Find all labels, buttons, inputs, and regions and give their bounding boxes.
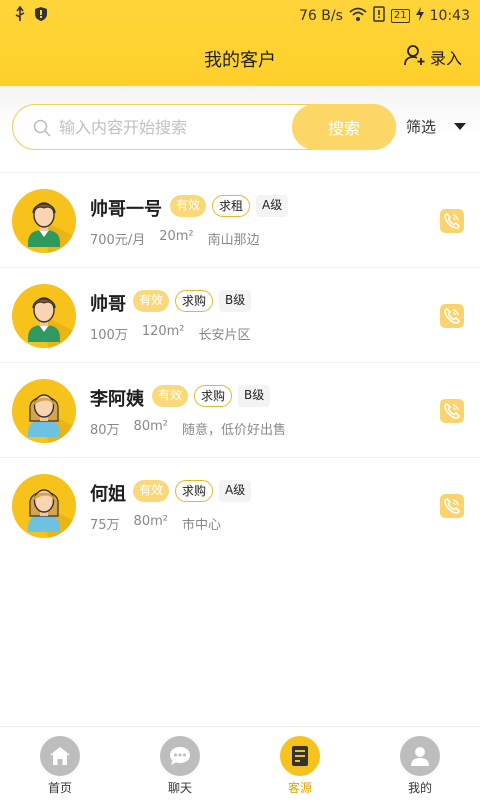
list-item[interactable]: 帅哥一号 有效 求租 A级 700元/月 20m² 南山那边: [0, 172, 480, 267]
list-item[interactable]: 何姐 有效 求购 A级 75万 80m² 市中心: [0, 457, 480, 552]
sim-alert-icon: [373, 6, 385, 26]
phone-icon[interactable]: [440, 494, 464, 518]
filter-label: 筛选: [405, 118, 436, 136]
nav-label: 我的: [407, 781, 432, 795]
phone-icon[interactable]: [440, 304, 464, 328]
male-avatar-icon: [28, 202, 76, 253]
home-icon: [40, 736, 80, 776]
record-button[interactable]: 录入: [404, 44, 462, 70]
clients-icon: [280, 736, 320, 776]
status-badge: 有效: [133, 290, 170, 312]
demand-badge: 求租: [212, 195, 251, 217]
search-icon: [33, 119, 51, 141]
add-user-icon: [404, 44, 426, 70]
search-box: 搜索: [12, 104, 396, 150]
client-location: 随意，低价好出售: [181, 423, 286, 438]
client-list: 帅哥一号 有效 求租 A级 700元/月 20m² 南山那边 帅哥 有效 求购 …: [0, 172, 480, 552]
avatar: [12, 474, 76, 538]
avatar: [12, 379, 76, 443]
client-area: 80m²: [133, 514, 168, 529]
nav-label: 客源: [287, 781, 312, 795]
filter-button[interactable]: 筛选: [406, 116, 466, 137]
demand-badge: 求购: [175, 480, 214, 502]
client-name: 帅哥: [90, 294, 126, 315]
client-name: 李阿姨: [90, 389, 144, 410]
client-price: 100万: [90, 328, 128, 343]
clock: 10:43: [429, 8, 470, 24]
avatar: [12, 189, 76, 253]
header: 76 B/s 21 10:43 我的客户 录入: [0, 0, 480, 86]
avatar: [12, 284, 76, 348]
nav-label: 聊天: [167, 781, 192, 795]
client-area: 120m²: [141, 324, 185, 339]
phone-icon[interactable]: [440, 209, 464, 233]
usb-icon: [14, 5, 26, 26]
search-row: 搜索 筛选: [0, 86, 480, 170]
grade-badge: B级: [238, 385, 271, 407]
client-location: 长安片区: [198, 328, 251, 343]
status-badge: 有效: [152, 385, 189, 407]
female-avatar-icon: [28, 489, 76, 538]
nav-item-chat[interactable]: 聊天: [120, 727, 240, 800]
search-button[interactable]: 搜索: [292, 104, 396, 150]
nav-item-profile[interactable]: 我的: [360, 727, 480, 800]
client-location: 南山那边: [207, 233, 260, 248]
bottom-nav: 首页 聊天 客源 我的: [0, 726, 480, 800]
caret-down-icon: [454, 123, 466, 130]
record-label: 录入: [429, 49, 462, 68]
client-name: 何姐: [90, 484, 126, 505]
grade-badge: B级: [219, 290, 252, 312]
charging-icon: [415, 7, 424, 25]
male-avatar-icon: [28, 297, 76, 348]
status-bar: 76 B/s 21 10:43: [0, 0, 480, 30]
client-name: 帅哥一号: [90, 199, 162, 220]
client-area: 20m²: [159, 229, 194, 244]
demand-badge: 求购: [175, 290, 214, 312]
status-badge: 有效: [170, 195, 207, 217]
battery-level: 21: [390, 9, 410, 23]
client-price: 700元/月: [90, 233, 146, 248]
profile-icon: [400, 736, 440, 776]
nav-item-home[interactable]: 首页: [0, 727, 120, 800]
network-speed: 76 B/s: [299, 8, 343, 24]
client-area: 80m²: [133, 419, 168, 434]
female-avatar-icon: [28, 394, 76, 443]
shield-icon: [34, 6, 48, 26]
nav-item-clients[interactable]: 客源: [240, 727, 360, 800]
search-input[interactable]: [59, 105, 289, 149]
list-item[interactable]: 李阿姨 有效 求购 B级 80万 80m² 随意，低价好出售: [0, 362, 480, 457]
client-price: 80万: [90, 423, 120, 438]
chat-icon: [160, 736, 200, 776]
client-price: 75万: [90, 518, 120, 533]
phone-icon[interactable]: [440, 399, 464, 423]
client-location: 市中心: [181, 518, 221, 533]
wifi-icon: [349, 7, 367, 25]
nav-label: 首页: [47, 781, 72, 795]
title-bar: 我的客户 录入: [0, 36, 480, 80]
list-item[interactable]: 帅哥 有效 求购 B级 100万 120m² 长安片区: [0, 267, 480, 362]
grade-badge: A级: [256, 195, 289, 217]
status-badge: 有效: [133, 480, 170, 502]
demand-badge: 求购: [194, 385, 233, 407]
grade-badge: A级: [219, 480, 252, 502]
